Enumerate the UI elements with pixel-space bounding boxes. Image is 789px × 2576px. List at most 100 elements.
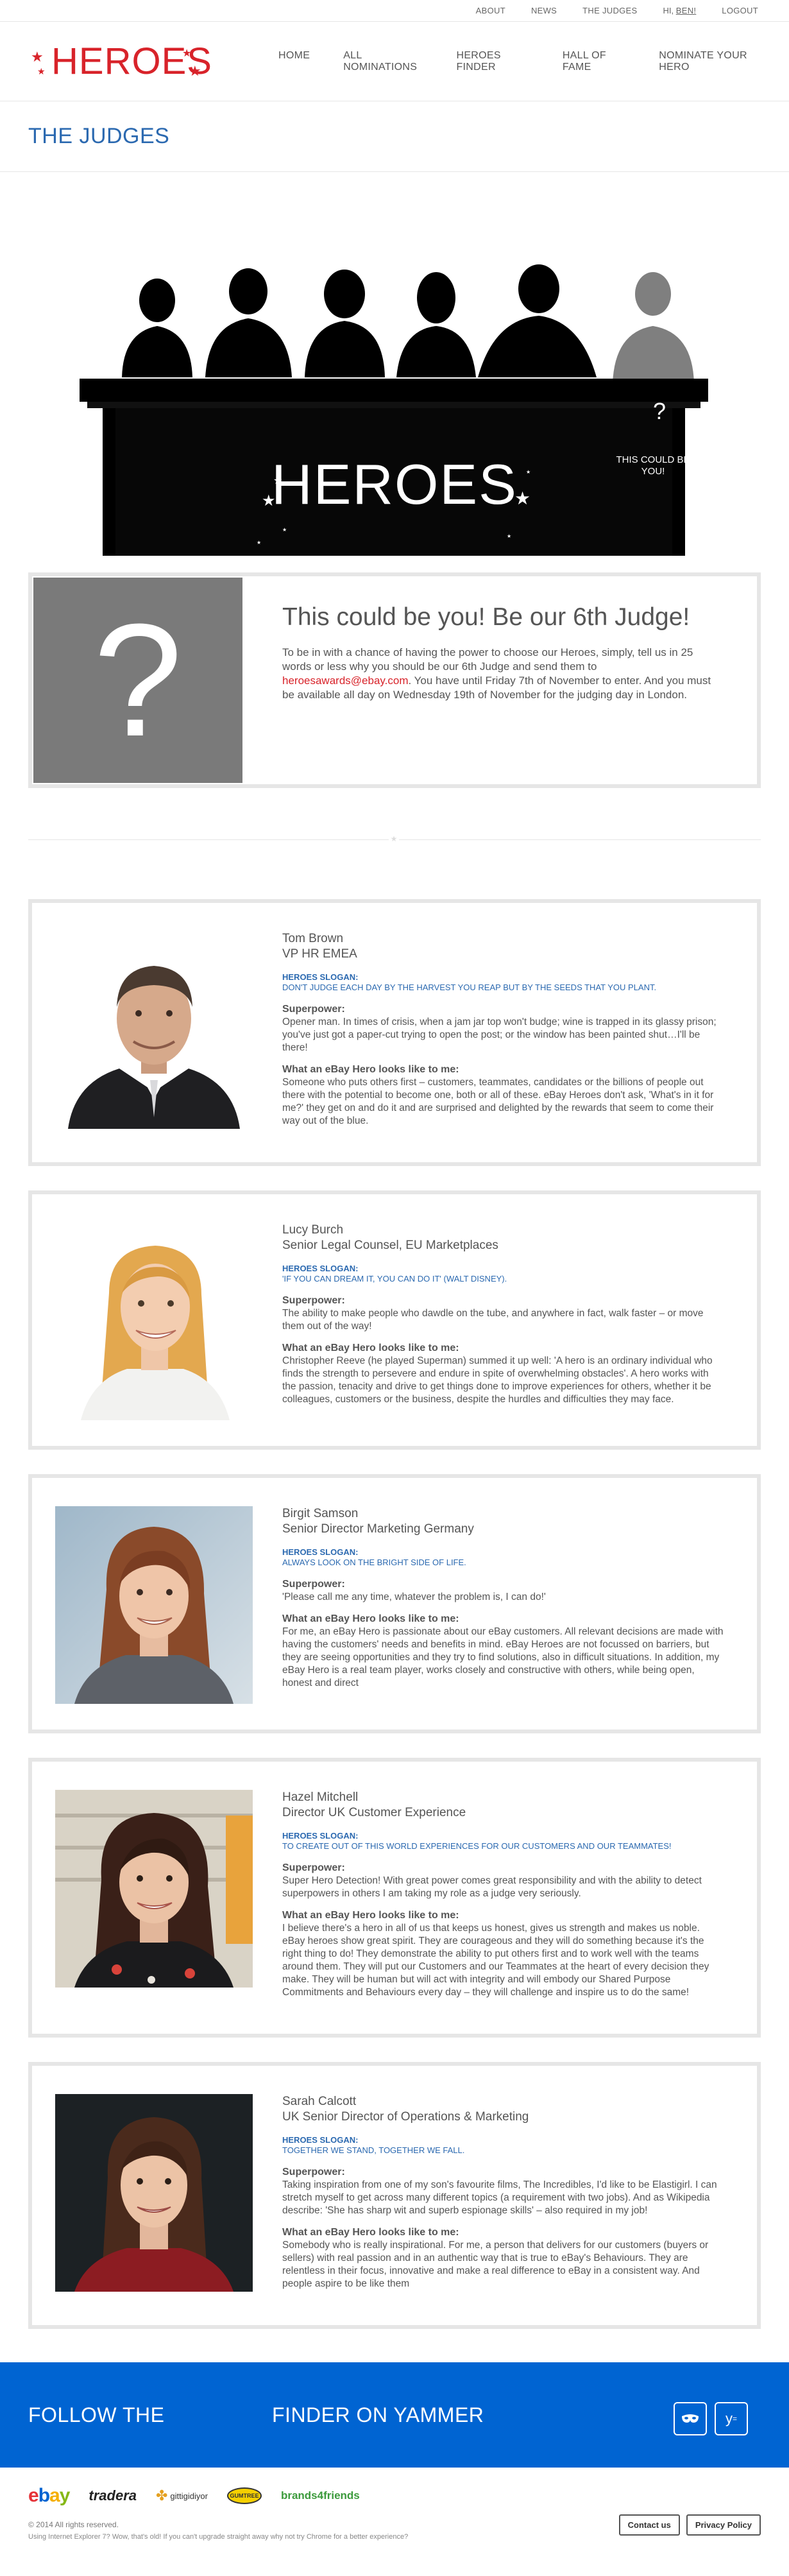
judge-hero-definition: Somebody who is really inspirational. Fo… — [282, 2240, 709, 2289]
judge-card: Sarah Calcott UK Senior Director of Oper… — [28, 2062, 761, 2329]
user-greeting: HI, BEN! — [663, 6, 697, 15]
sixth-judge-card: ? This could be you! Be our 6th Judge! T… — [28, 572, 761, 788]
judge-role: Director UK Customer Experience — [282, 1806, 466, 1819]
judge-photo — [55, 2094, 253, 2292]
judge-card: Birgit Samson Senior Director Marketing … — [28, 1474, 761, 1733]
judge-photo — [55, 1223, 253, 1420]
judge-hero-definition: Christopher Reeve (he played Superman) s… — [282, 1355, 713, 1405]
ebay-letter-e: e — [28, 2485, 39, 2506]
judge-superpower: 'Please call me any time, whatever the p… — [282, 1592, 546, 1602]
main-header: ★ ★ HEROES ★ ★ HOME ALL NOMINATIONS HERO… — [0, 22, 789, 101]
link-news[interactable]: NEWS — [531, 6, 557, 15]
invite-body: This could be you! Be our 6th Judge! To … — [242, 578, 756, 783]
judge-slogan: DON'T JUDGE EACH DAY BY THE HARVEST YOU … — [282, 983, 657, 992]
hero-definition-label: What an eBay Hero looks like to me: — [282, 1613, 459, 1624]
judge-card: Lucy Burch Senior Legal Counsel, EU Mark… — [28, 1190, 761, 1450]
judge-card: Tom Brown VP HR EMEA HEROES SLOGAN: DON'… — [28, 899, 761, 1166]
judge-hero-definition: For me, an eBay Hero is passionate about… — [282, 1626, 724, 1688]
judge-slogan: ALWAYS LOOK ON THE BRIGHT SIDE OF LIFE. — [282, 1558, 466, 1567]
follow-banner: FOLLOW THE FINDER ON YAMMER y = — [0, 2362, 789, 2468]
nav-hall-of-fame[interactable]: HALL OF FAME — [563, 50, 625, 73]
judge-slogan: 'IF YOU CAN DREAM IT, YOU CAN DO IT' (WA… — [282, 1274, 507, 1284]
follow-icons: y = — [674, 2402, 748, 2435]
question-mark: ? — [653, 398, 666, 424]
judge-name: Lucy Burch — [282, 1223, 344, 1237]
judge-superpower: Super Hero Detection! With great power c… — [282, 1875, 702, 1899]
gumtree-logo[interactable]: GUMTREE — [226, 2487, 262, 2504]
tradera-logo[interactable]: tradera — [89, 2487, 137, 2504]
section-divider: ★ — [28, 834, 761, 844]
user-name-link[interactable]: BEN! — [676, 6, 697, 15]
banner-cta-text: THIS COULD BE YOU! — [616, 454, 690, 477]
judge-name: Birgit Samson — [282, 1507, 359, 1520]
judge-details: Birgit Samson Senior Director Marketing … — [253, 1506, 757, 1704]
gittigidiyor-logo[interactable]: ✤ gittigidiyor — [156, 2487, 208, 2504]
judge-hero-definition: Someone who puts others first – customer… — [282, 1077, 714, 1126]
nav-nominate-your-hero[interactable]: NOMINATE YOUR HERO — [659, 50, 761, 73]
brand-logos: ebay tradera ✤ gittigidiyor GUMTREE brand… — [28, 2483, 761, 2509]
star-icon: ★ — [182, 47, 192, 59]
judge-name: Tom Brown — [282, 932, 344, 945]
judge-photo — [55, 1506, 253, 1704]
mask-icon[interactable] — [674, 2402, 707, 2435]
heroes-email-link[interactable]: heroesawards@ebay.com — [282, 674, 408, 687]
hero-definition-label: What an eBay Hero looks like to me: — [282, 1064, 459, 1075]
footer-buttons: Contact us Privacy Policy — [618, 2514, 761, 2536]
slogan-label: HEROES SLOGAN: — [282, 1547, 359, 1557]
question-mark-icon: ? — [93, 590, 183, 769]
yammer-icon[interactable]: y = — [715, 2402, 748, 2435]
invite-text: To be in with a chance of having the pow… — [282, 646, 720, 702]
slogan-label: HEROES SLOGAN: — [282, 2135, 359, 2145]
link-about[interactable]: ABOUT — [476, 6, 505, 15]
ebay-letter-y: y — [59, 2485, 71, 2506]
nav-heroes-finder[interactable]: HEROES FINDER — [456, 50, 529, 73]
slogan-label: HEROES SLOGAN: — [282, 1264, 359, 1273]
superpower-label: Superpower: — [282, 1004, 345, 1015]
invite-text-intro: To be in with a chance of having the pow… — [282, 646, 693, 673]
link-the-judges[interactable]: THE JUDGES — [582, 6, 637, 15]
judge-details: Lucy Burch Senior Legal Counsel, EU Mark… — [253, 1223, 757, 1420]
mystery-judge-image: ? — [33, 578, 242, 783]
heroes-logo[interactable]: ★ ★ HEROES ★ ★ — [28, 36, 212, 87]
gittigidiyor-mark-icon: ✤ — [155, 2487, 168, 2503]
judge-details: Tom Brown VP HR EMEA HEROES SLOGAN: DON'… — [253, 931, 757, 1137]
judge-slogan: TOGETHER WE STAND, TOGETHER WE FALL. — [282, 2145, 465, 2155]
judge-details: Sarah Calcott UK Senior Director of Oper… — [253, 2094, 757, 2299]
nav-home[interactable]: HOME — [278, 50, 310, 73]
judges-banner: ★ ★ ★ ★ ★ ★ ★ HEROES ? THIS COULD BE YOU… — [0, 172, 789, 556]
judge-hero-definition: I believe there's a hero in all of us th… — [282, 1923, 709, 1998]
footer: ebay tradera ✤ gittigidiyor GUMTREE brand… — [0, 2468, 789, 2576]
invite-title: This could be you! Be our 6th Judge! — [282, 603, 690, 631]
judge-details: Hazel Mitchell Director UK Customer Expe… — [253, 1790, 757, 2008]
judge-slogan: TO CREATE OUT OF THIS WORLD EXPERIENCES … — [282, 1841, 672, 1851]
utility-bar: ABOUT NEWS THE JUDGES HI, BEN! LOGOUT — [0, 0, 789, 22]
logout-link[interactable]: LOGOUT — [722, 6, 758, 15]
page-title-bar: THE JUDGES — [0, 101, 789, 172]
ebay-logo[interactable]: ebay — [28, 2485, 71, 2507]
judges-list: Tom Brown VP HR EMEA HEROES SLOGAN: DON'… — [0, 899, 789, 2329]
nav-all-nominations[interactable]: ALL NOMINATIONS — [343, 50, 423, 73]
judge-role: UK Senior Director of Operations & Marke… — [282, 2110, 529, 2124]
svg-text:★: ★ — [507, 533, 511, 539]
star-icon: ★ — [389, 834, 399, 844]
judge-photo — [55, 1790, 253, 1988]
star-icon: ★ — [37, 65, 46, 76]
hero-definition-label: What an eBay Hero looks like to me: — [282, 1910, 459, 1921]
logo-text: HEROES — [51, 40, 212, 82]
ebay-letter-b: b — [38, 2485, 50, 2506]
slogan-label: HEROES SLOGAN: — [282, 972, 359, 982]
superpower-label: Superpower: — [282, 1862, 345, 1873]
superpower-label: Superpower: — [282, 1579, 345, 1590]
svg-text:★: ★ — [282, 527, 287, 533]
judge-role: Senior Legal Counsel, EU Marketplaces — [282, 1239, 498, 1252]
judge-role: Senior Director Marketing Germany — [282, 1522, 474, 1536]
ebay-letter-a: a — [49, 2485, 60, 2506]
follow-text-part-2: FINDER ON YAMMER — [272, 2403, 484, 2426]
page-title: THE JUDGES — [28, 124, 170, 148]
judge-role: VP HR EMEA — [282, 947, 357, 961]
hero-definition-label: What an eBay Hero looks like to me: — [282, 1343, 459, 1353]
contact-us-button[interactable]: Contact us — [618, 2514, 680, 2536]
privacy-policy-button[interactable]: Privacy Policy — [686, 2514, 761, 2536]
gittigidiyor-text: gittigidiyor — [170, 2491, 208, 2501]
brands4friends-logo[interactable]: brands4friends — [281, 2489, 360, 2502]
